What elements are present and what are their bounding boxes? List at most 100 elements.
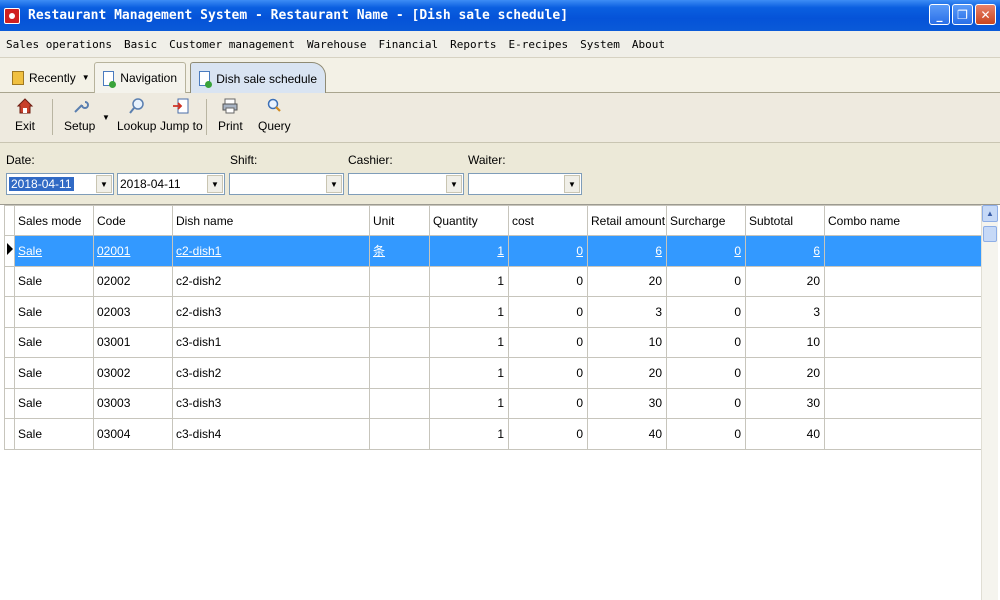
menu-system[interactable]: System: [574, 38, 626, 51]
column-header[interactable]: Combo name: [824, 205, 982, 236]
exit-button[interactable]: Exit: [15, 95, 35, 133]
cell-code[interactable]: 02003: [93, 296, 173, 328]
cashier-select[interactable]: ▼: [348, 173, 464, 195]
cell-cost[interactable]: 0: [508, 265, 588, 297]
cell-name[interactable]: c2-dish2: [172, 265, 370, 297]
shift-select[interactable]: ▼: [229, 173, 344, 195]
row-selector[interactable]: [4, 418, 15, 450]
cell-subtotal[interactable]: 3: [745, 296, 825, 328]
cell-retail[interactable]: 20: [587, 265, 667, 297]
cell-cost[interactable]: 0: [508, 357, 588, 389]
cell-code[interactable]: 03003: [93, 387, 173, 419]
row-selector[interactable]: [4, 326, 15, 358]
menu-reports[interactable]: Reports: [444, 38, 502, 51]
cell-name[interactable]: c3-dish3: [172, 387, 370, 419]
column-header[interactable]: cost: [508, 205, 588, 236]
cell-mode[interactable]: Sale: [14, 296, 94, 328]
tab-recently[interactable]: Recently ▼: [4, 62, 98, 93]
cell-code[interactable]: 03002: [93, 357, 173, 389]
cell-retail[interactable]: 20: [587, 357, 667, 389]
column-header[interactable]: Quantity: [429, 205, 509, 236]
cell-unit[interactable]: [369, 357, 430, 389]
minimize-button[interactable]: _: [929, 4, 950, 25]
cell-surcharge[interactable]: 0: [666, 418, 746, 450]
menu-warehouse[interactable]: Warehouse: [301, 38, 373, 51]
row-selector[interactable]: [4, 357, 15, 389]
date-to-select[interactable]: 2018-04-11 ▼: [117, 173, 225, 195]
cell-mode[interactable]: Sale: [14, 387, 94, 419]
cell-surcharge[interactable]: 0: [666, 235, 746, 267]
cell-combo[interactable]: [824, 357, 982, 389]
date-from-select[interactable]: 2018-04-11 ▼: [6, 173, 114, 195]
restore-button[interactable]: ❐: [952, 4, 973, 25]
menu-customer-management[interactable]: Customer management: [163, 38, 301, 51]
row-selector[interactable]: [4, 387, 15, 419]
table-row[interactable]: Sale 02003 c2-dish3 1 0 3 0 3: [4, 296, 982, 328]
column-header[interactable]: Retail amount: [587, 205, 667, 236]
row-selector[interactable]: [4, 235, 15, 267]
chevron-down-icon[interactable]: ▼: [564, 175, 580, 193]
menu-financial[interactable]: Financial: [373, 38, 445, 51]
waiter-select[interactable]: ▼: [468, 173, 582, 195]
cell-qty[interactable]: 1: [429, 265, 509, 297]
cell-cost[interactable]: 0: [508, 387, 588, 419]
cell-name[interactable]: c2-dish1: [172, 235, 370, 267]
menu-e-recipes[interactable]: E-recipes: [503, 38, 575, 51]
cell-surcharge[interactable]: 0: [666, 387, 746, 419]
cell-qty[interactable]: 1: [429, 296, 509, 328]
cell-name[interactable]: c3-dish1: [172, 326, 370, 358]
scroll-up-icon[interactable]: ▲: [982, 205, 998, 222]
cell-retail[interactable]: 6: [587, 235, 667, 267]
cell-code[interactable]: 02001: [93, 235, 173, 267]
cell-mode[interactable]: Sale: [14, 265, 94, 297]
menu-sales-operations[interactable]: Sales operations: [0, 38, 118, 51]
cell-unit[interactable]: [369, 296, 430, 328]
column-header[interactable]: Code: [93, 205, 173, 236]
chevron-down-icon[interactable]: ▼: [207, 175, 223, 193]
table-row[interactable]: Sale 03002 c3-dish2 1 0 20 0 20: [4, 357, 982, 389]
table-row[interactable]: Sale 02002 c2-dish2 1 0 20 0 20: [4, 265, 982, 297]
cell-cost[interactable]: 0: [508, 418, 588, 450]
setup-button[interactable]: Setup: [64, 95, 95, 133]
cell-retail[interactable]: 30: [587, 387, 667, 419]
row-selector[interactable]: [4, 265, 15, 297]
vertical-scrollbar[interactable]: ▲: [981, 205, 998, 600]
print-button[interactable]: Print: [218, 95, 243, 133]
cell-combo[interactable]: [824, 265, 982, 297]
jump-to-button[interactable]: Jump to: [160, 95, 203, 133]
tab-navigation[interactable]: Navigation: [94, 62, 186, 93]
cell-combo[interactable]: [824, 418, 982, 450]
tab-dish-sale-schedule[interactable]: Dish sale schedule: [190, 62, 326, 94]
cell-retail[interactable]: 10: [587, 326, 667, 358]
close-button[interactable]: ✕: [975, 4, 996, 25]
cell-surcharge[interactable]: 0: [666, 296, 746, 328]
cell-unit[interactable]: [369, 265, 430, 297]
cell-unit[interactable]: [369, 387, 430, 419]
cell-code[interactable]: 03004: [93, 418, 173, 450]
scroll-thumb[interactable]: [983, 226, 997, 242]
cell-qty[interactable]: 1: [429, 235, 509, 267]
cell-subtotal[interactable]: 10: [745, 326, 825, 358]
cell-mode[interactable]: Sale: [14, 235, 94, 267]
menu-about[interactable]: About: [626, 38, 671, 51]
cell-surcharge[interactable]: 0: [666, 326, 746, 358]
cell-cost[interactable]: 0: [508, 326, 588, 358]
cell-subtotal[interactable]: 6: [745, 235, 825, 267]
chevron-down-icon[interactable]: ▼: [96, 175, 112, 193]
setup-dropdown-icon[interactable]: ▼: [102, 113, 110, 122]
cell-surcharge[interactable]: 0: [666, 357, 746, 389]
cell-name[interactable]: c3-dish4: [172, 418, 370, 450]
chevron-down-icon[interactable]: ▼: [446, 175, 462, 193]
cell-cost[interactable]: 0: [508, 235, 588, 267]
cell-surcharge[interactable]: 0: [666, 265, 746, 297]
column-header[interactable]: Surcharge: [666, 205, 746, 236]
cell-qty[interactable]: 1: [429, 387, 509, 419]
cell-qty[interactable]: 1: [429, 357, 509, 389]
cell-mode[interactable]: Sale: [14, 418, 94, 450]
table-row[interactable]: Sale 03003 c3-dish3 1 0 30 0 30: [4, 387, 982, 419]
cell-cost[interactable]: 0: [508, 296, 588, 328]
chevron-down-icon[interactable]: ▼: [326, 175, 342, 193]
cell-code[interactable]: 03001: [93, 326, 173, 358]
cell-subtotal[interactable]: 20: [745, 357, 825, 389]
menu-basic[interactable]: Basic: [118, 38, 163, 51]
